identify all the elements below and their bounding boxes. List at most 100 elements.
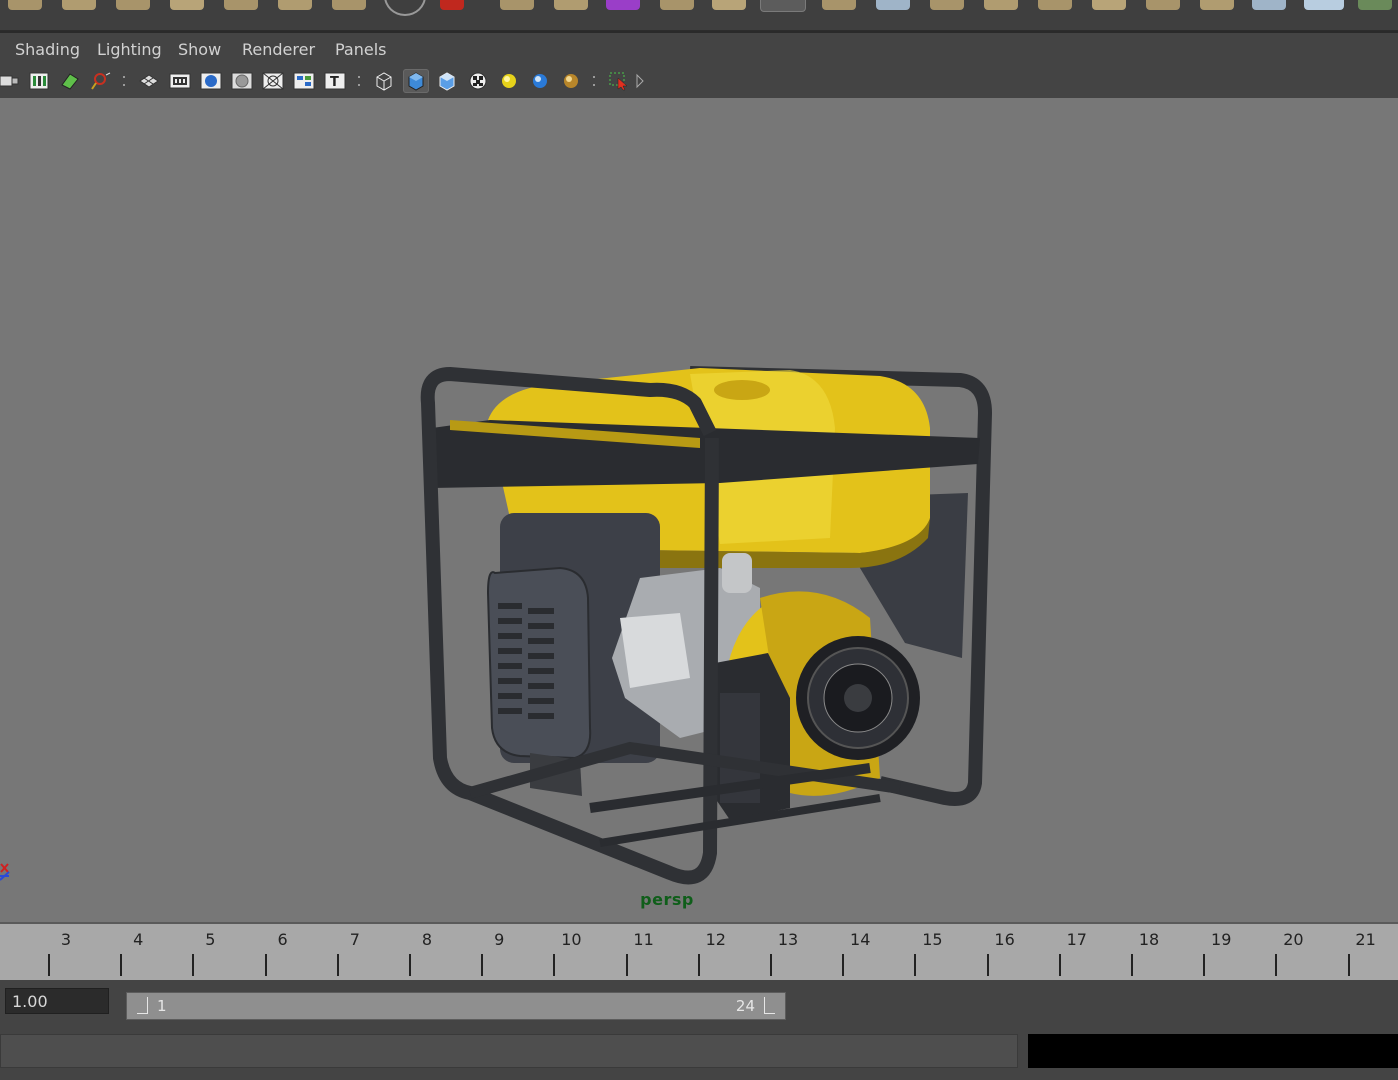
camera-label: persp [640,890,694,909]
shelf-tool-icon[interactable] [62,0,96,10]
current-time-field[interactable]: 1.00 [5,988,109,1014]
frame-tick [770,954,772,976]
film-gate-icon[interactable] [167,69,193,93]
shelf-tool-icon[interactable] [116,0,150,10]
frame-label: 21 [1355,930,1376,949]
image-plane-icon[interactable] [57,69,83,93]
panel-toolbar: T [0,64,1398,98]
frame-tick [1058,954,1061,976]
range-start-label: 1 [157,997,167,1015]
frame-label: 13 [777,930,799,949]
toolbar-separator [357,72,361,92]
frame-label: 12 [705,930,726,949]
shelf-tool-icon[interactable] [822,0,856,10]
shelf-purple-cube-icon[interactable] [606,0,640,10]
gate-mask-icon[interactable] [229,69,255,93]
range-start-handle[interactable] [137,997,148,1014]
range-end-handle[interactable] [764,997,775,1014]
range-slider[interactable]: 1 24 [126,992,786,1020]
frame-label: 17 [1066,930,1087,949]
frame-label: 15 [922,930,943,949]
shelf-tool-icon[interactable] [876,0,910,10]
perspective-viewport[interactable]: persp [0,98,1398,922]
frame-tick [553,954,556,976]
shelf-tool-icon[interactable] [930,0,964,10]
frame-tick [120,954,123,976]
shelf-red-arrow-icon[interactable] [440,0,464,10]
axis-gizmo-icon [0,863,10,881]
menu-show[interactable]: Show [178,40,221,59]
shelf-tool-icon[interactable] [1252,0,1286,10]
shelf-tool-icon[interactable] [278,0,312,10]
shelf-tool-icon[interactable] [984,0,1018,10]
field-chart-icon[interactable] [260,69,286,93]
frame-tick [336,954,339,976]
resolution-gate-icon[interactable] [198,69,224,93]
frame-label: 7 [349,930,360,949]
frame-tick [986,954,989,976]
svg-text:T: T [330,75,339,90]
menu-lighting[interactable]: Lighting [97,40,162,59]
range-slider-row: 1.00 1 24 [0,980,1398,1028]
2d-pan-zoom-icon[interactable] [88,69,114,93]
shelf-tool-icon[interactable] [8,0,42,10]
frame-label: 5 [205,930,216,949]
shelf-tool-icon[interactable] [1038,0,1072,10]
frame-tick [1347,954,1350,976]
shelf-circle-tool-icon[interactable] [384,0,426,16]
frame-tick [1275,954,1278,976]
safe-action-icon[interactable] [291,69,317,93]
camera-attributes-icon[interactable] [0,69,22,93]
range-end-label: 24 [735,997,755,1015]
isolate-select-icon[interactable] [606,69,632,93]
frame-tick [264,954,267,976]
shelf-tool-icon[interactable] [1146,0,1180,10]
frame-tick [409,954,411,976]
frame-label: 8 [421,930,433,949]
frame-label: 9 [494,930,505,949]
screen-space-ao-icon[interactable] [558,69,584,93]
shelf-separator [0,31,1398,33]
menu-shading[interactable]: Shading [15,40,80,59]
textured-icon[interactable] [465,69,491,93]
shelf-tool-icon[interactable] [332,0,366,10]
smooth-shade-icon[interactable] [403,69,429,93]
frame-label: 16 [994,930,1015,949]
shelf-tool-icon[interactable] [1358,0,1392,10]
frame-label: 11 [633,930,654,949]
shelf-tool-icon[interactable] [712,0,746,10]
shelf-tool-icon[interactable] [1200,0,1234,10]
safe-title-icon[interactable]: T [322,69,348,93]
frame-label: 4 [133,930,144,949]
wireframe-icon[interactable] [371,69,397,93]
time-slider[interactable]: 3 4 5 6 7 8 9 10 11 12 13 14 15 16 17 18 19 20 21 [0,922,1398,982]
grid-icon[interactable] [136,69,162,93]
shelf-selected-tool-icon[interactable] [760,0,806,12]
toolbar-expand-arrow-icon[interactable] [632,69,648,93]
shelf-strip [0,0,1398,31]
toolbar-separator [592,72,596,92]
shelf-tool-icon[interactable] [500,0,534,10]
frame-label: 10 [561,930,582,949]
frame-tick [842,954,845,976]
command-input[interactable] [0,1034,1018,1068]
shelf-tool-icon[interactable] [1304,0,1344,10]
frame-label: 20 [1283,930,1304,949]
menu-renderer[interactable]: Renderer [242,40,315,59]
shelf-tool-icon[interactable] [1092,0,1126,10]
generator-model[interactable] [410,258,1010,918]
shelf-tool-icon[interactable] [170,0,204,10]
frame-tick [914,954,917,976]
frame-tick [625,954,628,976]
shadows-icon[interactable] [527,69,553,93]
frame-label: 6 [277,930,288,949]
shelf-tool-icon[interactable] [224,0,258,10]
use-default-light-icon[interactable] [496,69,522,93]
shelf-tool-icon[interactable] [554,0,588,10]
default-material-icon[interactable] [434,69,460,93]
menu-panels[interactable]: Panels [335,40,387,59]
bookmarks-icon[interactable] [26,69,52,93]
frame-label: 3 [60,930,72,949]
shelf-tool-icon[interactable] [660,0,694,10]
frame-tick [192,954,195,976]
